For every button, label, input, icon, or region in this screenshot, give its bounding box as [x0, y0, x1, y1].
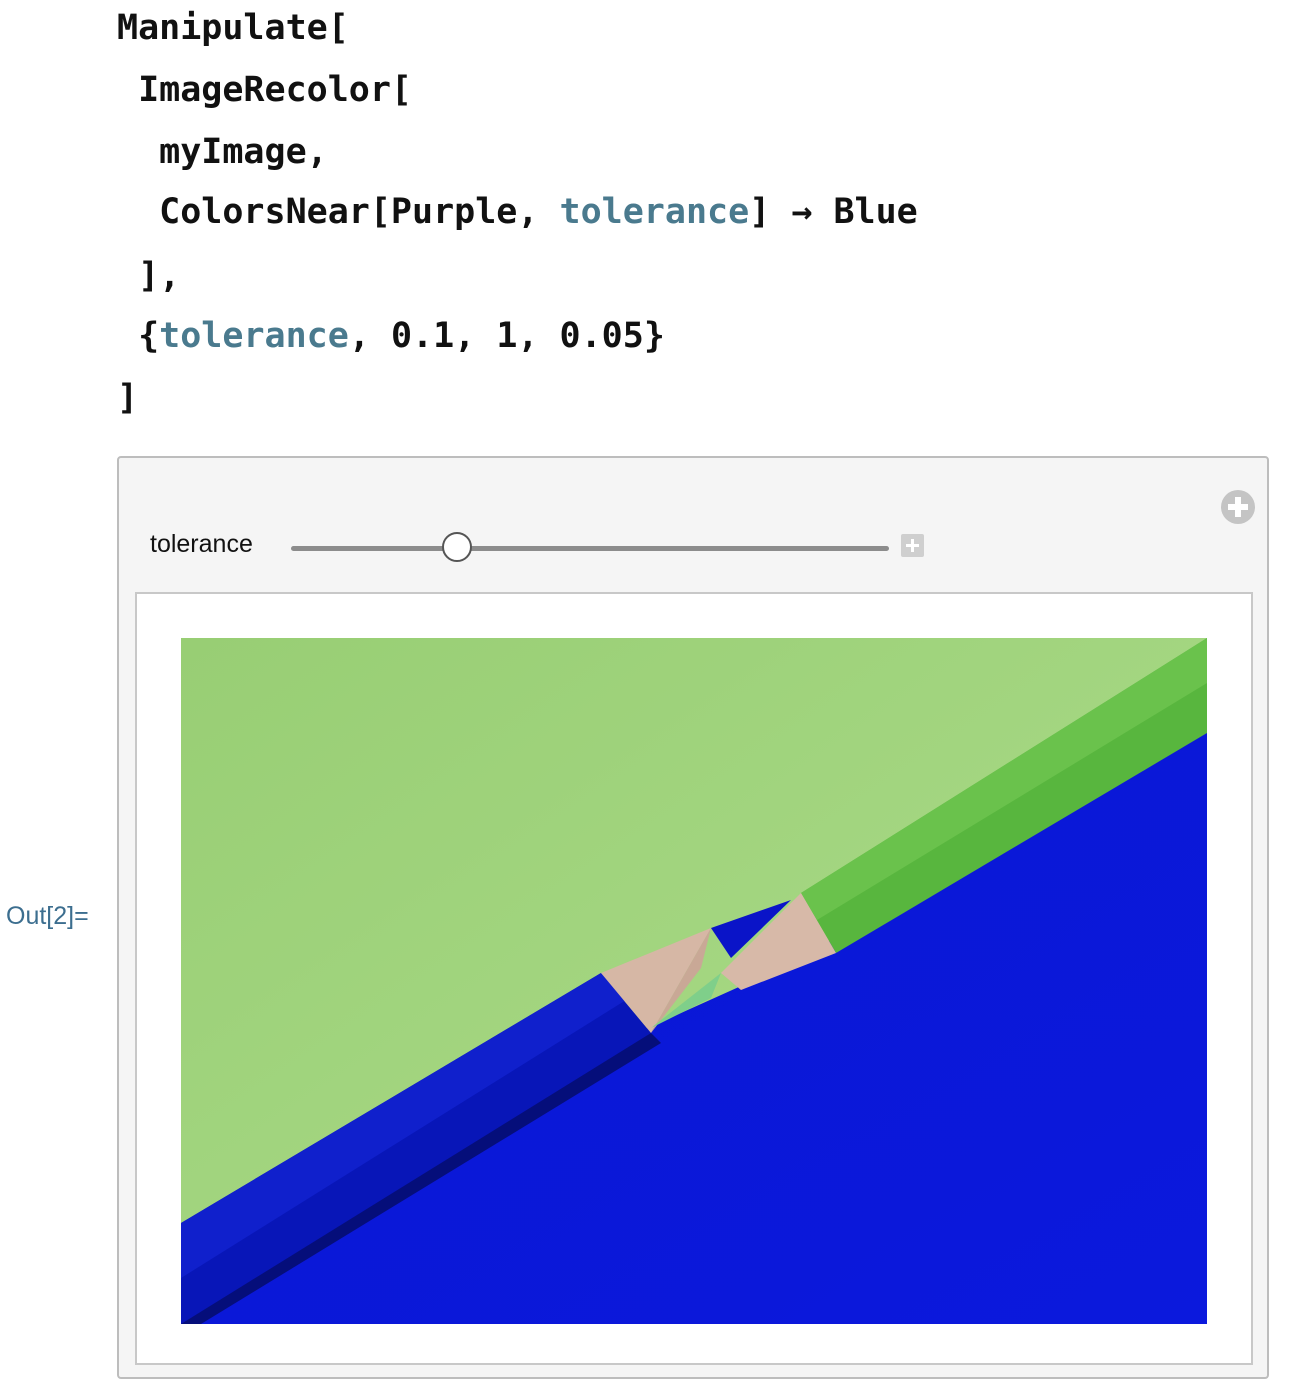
code-line: myImage,: [117, 130, 328, 174]
tolerance-label: tolerance: [150, 530, 253, 558]
code-text: {: [117, 316, 160, 356]
code-line: ColorsNear[Purple, tolerance] → Blue: [117, 190, 918, 234]
recolored-pencils-image: [181, 638, 1207, 1324]
code-text: ImageRecolor[: [117, 70, 413, 110]
code-text: myImage,: [117, 132, 328, 172]
slider-expand-icon[interactable]: [901, 534, 924, 557]
code-text: ]: [117, 378, 139, 418]
code-text: ] → Blue: [749, 192, 918, 232]
code-line: Manipulate[: [117, 6, 349, 50]
code-line: ImageRecolor[: [117, 68, 412, 112]
code-line: {tolerance, 0.1, 1, 0.05}: [117, 314, 665, 358]
code-text: , 0.1, 1, 0.05}: [348, 316, 665, 356]
code-line: ]: [117, 376, 138, 420]
output-label: Out[2]=: [6, 902, 89, 930]
code-line: ],: [117, 254, 180, 298]
variable-token: tolerance: [559, 192, 750, 232]
manipulate-panel: tolerance: [117, 456, 1269, 1379]
tolerance-slider-track[interactable]: [291, 546, 889, 551]
output-frame: [135, 592, 1253, 1365]
code-text: Manipulate[: [117, 8, 349, 48]
variable-token: tolerance: [159, 316, 349, 356]
tolerance-slider-thumb[interactable]: [442, 532, 473, 562]
code-text: ColorsNear[Purple,: [117, 192, 560, 232]
add-options-icon[interactable]: [1221, 490, 1255, 524]
input-cell[interactable]: Manipulate[ ImageRecolor[ myImage, Color…: [117, 0, 918, 418]
code-text: ],: [117, 256, 181, 296]
